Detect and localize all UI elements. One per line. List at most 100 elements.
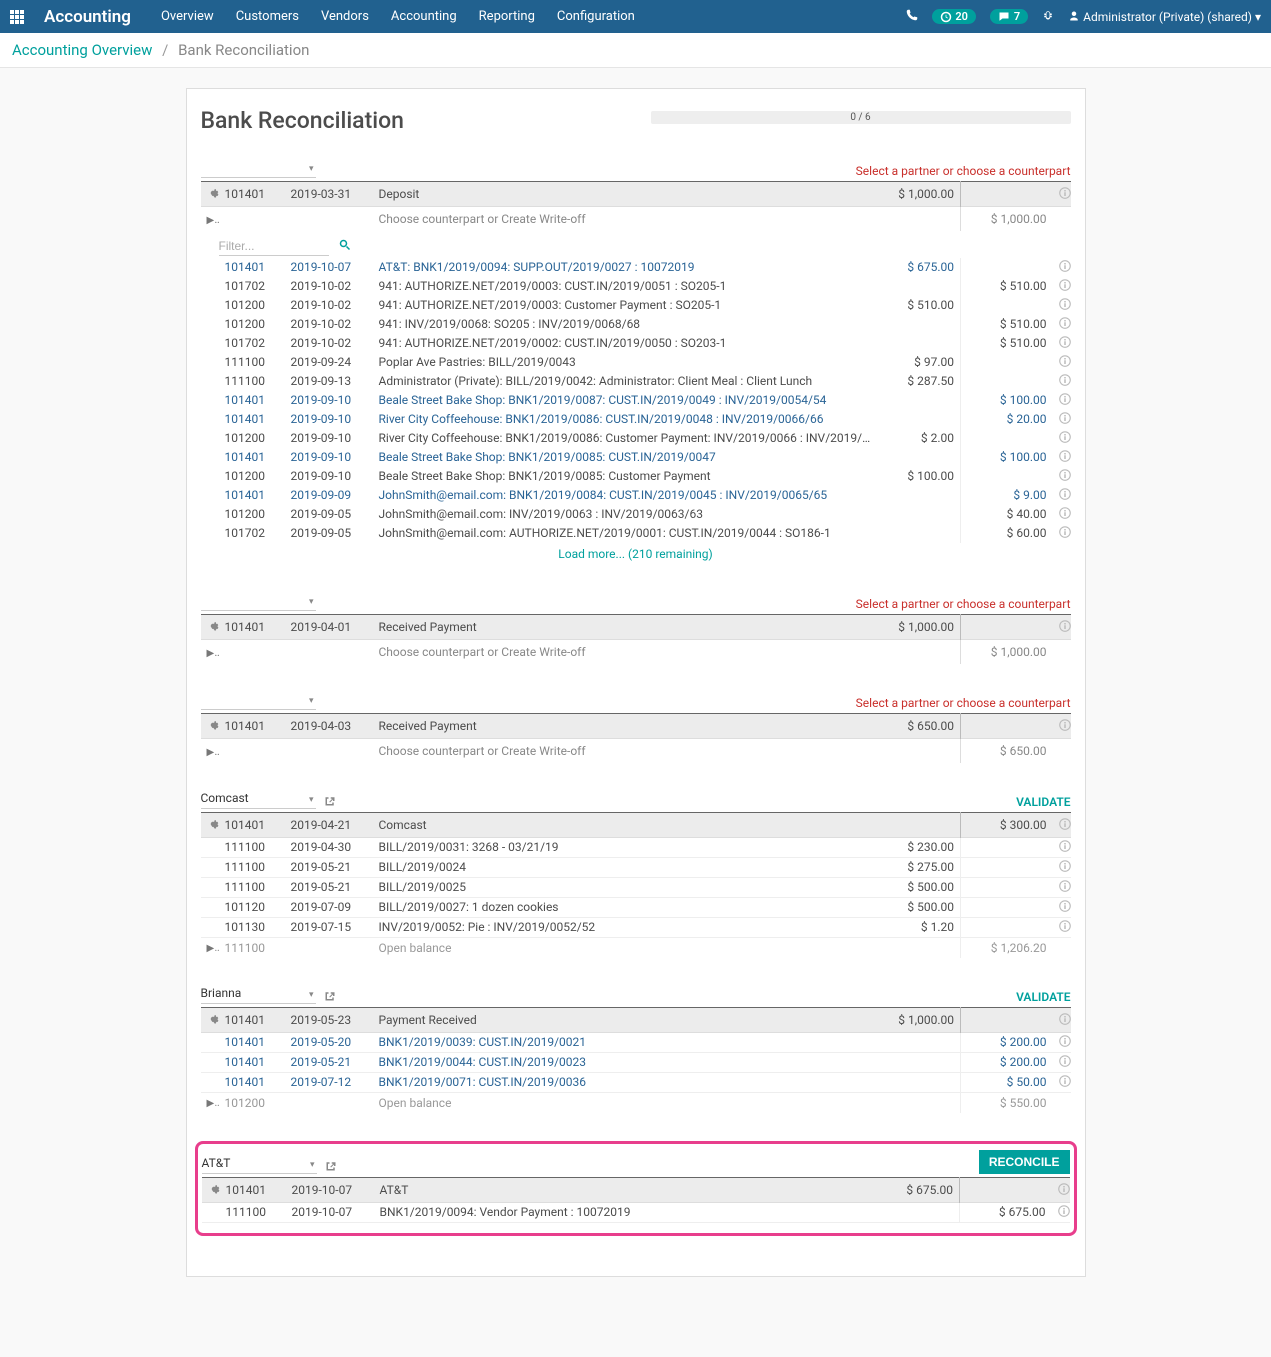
info-icon[interactable] bbox=[1052, 1178, 1070, 1203]
info-icon[interactable] bbox=[1053, 838, 1071, 858]
info-icon[interactable] bbox=[1053, 182, 1071, 207]
statement-line[interactable]: 101401 2019-05-23 Payment Received $ 1,0… bbox=[201, 1008, 1071, 1033]
candidate-line[interactable]: 101401 2019-09-10 Beale Street Bake Shop… bbox=[201, 448, 1071, 467]
info-icon[interactable] bbox=[1053, 1008, 1071, 1033]
partner-field[interactable]: AT&T▾ bbox=[202, 1156, 317, 1174]
gear-icon[interactable] bbox=[201, 615, 219, 640]
statement-line[interactable]: 101401 2019-04-01 Received Payment $ 1,0… bbox=[201, 615, 1071, 640]
statement-line[interactable]: 101401 2019-10-07 AT&T $ 675.00 bbox=[202, 1178, 1070, 1203]
partner-field[interactable]: Comcast▾ bbox=[201, 791, 316, 809]
gear-icon[interactable] bbox=[201, 714, 219, 739]
info-icon[interactable] bbox=[1053, 486, 1071, 505]
filter-input[interactable] bbox=[219, 237, 329, 256]
candidate-line[interactable]: 101200 2019-09-10 River City Coffeehouse… bbox=[201, 429, 1071, 448]
validate-button[interactable]: VALIDATE bbox=[1016, 990, 1070, 1004]
menu-accounting[interactable]: Accounting bbox=[391, 9, 457, 24]
info-icon[interactable] bbox=[1053, 391, 1071, 410]
info-icon[interactable] bbox=[1053, 524, 1071, 543]
info-icon[interactable] bbox=[1053, 898, 1071, 918]
matched-line[interactable]: 111100 2019-05-21 BILL/2019/0024 $ 275.0… bbox=[201, 858, 1071, 878]
matched-line[interactable]: 101401 2019-05-21 BNK1/2019/0044: CUST.I… bbox=[201, 1053, 1071, 1073]
partner-field[interactable]: Brianna▾ bbox=[201, 986, 316, 1004]
info-icon[interactable] bbox=[1053, 410, 1071, 429]
gear-icon[interactable] bbox=[201, 1008, 219, 1033]
candidate-line[interactable]: 101401 2019-10-07 AT&T: BNK1/2019/0094: … bbox=[201, 258, 1071, 277]
candidate-line[interactable]: 111100 2019-09-24 Poplar Ave Pastries: B… bbox=[201, 353, 1071, 372]
candidate-line[interactable]: 101401 2019-09-09 JohnSmith@email.com: B… bbox=[201, 486, 1071, 505]
external-link-icon[interactable] bbox=[324, 795, 336, 809]
info-icon[interactable] bbox=[1053, 918, 1071, 938]
messages-badge[interactable]: 7 bbox=[990, 9, 1028, 24]
statement-line[interactable]: 101401 2019-04-21 Comcast $ 300.00 bbox=[201, 813, 1071, 838]
user-menu[interactable]: Administrator (Private) (shared) ▾ bbox=[1068, 10, 1261, 24]
load-more-link[interactable]: Load more... (210 remaining) bbox=[201, 543, 1071, 565]
choose-counterpart-row[interactable]: ▶ Choose counterpart or Create Write-off… bbox=[201, 640, 1071, 665]
info-icon[interactable] bbox=[1053, 258, 1071, 277]
candidate-line[interactable]: 101702 2019-10-02 941: AUTHORIZE.NET/201… bbox=[201, 334, 1071, 353]
candidate-line[interactable]: 101401 2019-09-10 River City Coffeehouse… bbox=[201, 410, 1071, 429]
info-icon[interactable] bbox=[1053, 296, 1071, 315]
menu-overview[interactable]: Overview bbox=[161, 9, 214, 24]
info-icon[interactable] bbox=[1053, 858, 1071, 878]
debug-icon[interactable] bbox=[1042, 9, 1054, 24]
candidate-line[interactable]: 101200 2019-10-02 941: AUTHORIZE.NET/201… bbox=[201, 296, 1071, 315]
info-icon[interactable] bbox=[1053, 372, 1071, 391]
info-icon[interactable] bbox=[1052, 1203, 1070, 1223]
matched-line[interactable]: 101120 2019-07-09 BILL/2019/0027: 1 doze… bbox=[201, 898, 1071, 918]
activities-badge[interactable]: 20 bbox=[932, 9, 976, 24]
info-icon[interactable] bbox=[1053, 1073, 1071, 1093]
info-icon[interactable] bbox=[1053, 615, 1071, 640]
candidate-line[interactable]: 101200 2019-09-05 JohnSmith@email.com: I… bbox=[201, 505, 1071, 524]
info-icon[interactable] bbox=[1053, 714, 1071, 739]
brand[interactable]: Accounting bbox=[44, 7, 131, 27]
candidate-line[interactable]: 111100 2019-09-13 Administrator (Private… bbox=[201, 372, 1071, 391]
open-balance-row[interactable]: ▶ 111100 Open balance $ 1,206.20 bbox=[201, 938, 1071, 959]
statement-line[interactable]: 101401 2019-04-03 Received Payment $ 650… bbox=[201, 714, 1071, 739]
partner-field[interactable]: ▾ bbox=[201, 692, 316, 710]
gear-icon[interactable] bbox=[201, 813, 219, 838]
gear-icon[interactable] bbox=[201, 182, 219, 207]
info-icon[interactable] bbox=[1053, 813, 1071, 838]
info-icon[interactable] bbox=[1053, 878, 1071, 898]
choose-counterpart-row[interactable]: ▶ Choose counterpart or Create Write-off… bbox=[201, 207, 1071, 232]
candidate-line[interactable]: 101401 2019-09-10 Beale Street Bake Shop… bbox=[201, 391, 1071, 410]
info-icon[interactable] bbox=[1053, 505, 1071, 524]
info-icon[interactable] bbox=[1053, 448, 1071, 467]
candidate-line[interactable]: 101702 2019-10-02 941: AUTHORIZE.NET/201… bbox=[201, 277, 1071, 296]
external-link-icon[interactable] bbox=[324, 990, 336, 1004]
candidate-line[interactable]: 101200 2019-09-10 Beale Street Bake Shop… bbox=[201, 467, 1071, 486]
info-icon[interactable] bbox=[1053, 315, 1071, 334]
info-icon[interactable] bbox=[1053, 1033, 1071, 1053]
matched-line[interactable]: 111100 2019-05-21 BILL/2019/0025 $ 500.0… bbox=[201, 878, 1071, 898]
matched-line[interactable]: 111100 2019-04-30 BILL/2019/0031: 3268 -… bbox=[201, 838, 1071, 858]
info-icon[interactable] bbox=[1053, 277, 1071, 296]
choose-counterpart-row[interactable]: ▶ Choose counterpart or Create Write-off… bbox=[201, 739, 1071, 764]
apps-icon[interactable] bbox=[10, 10, 26, 24]
partner-field[interactable]: ▾ bbox=[201, 160, 316, 178]
info-icon[interactable] bbox=[1053, 429, 1071, 448]
breadcrumb-root[interactable]: Accounting Overview bbox=[12, 41, 152, 59]
validate-button[interactable]: VALIDATE bbox=[1016, 795, 1070, 809]
partner-field[interactable]: ▾ bbox=[201, 593, 316, 611]
matched-line[interactable]: 101401 2019-05-20 BNK1/2019/0039: CUST.I… bbox=[201, 1033, 1071, 1053]
statement-line[interactable]: 101401 2019-03-31 Deposit $ 1,000.00 bbox=[201, 182, 1071, 207]
phone-icon[interactable] bbox=[906, 9, 918, 24]
menu-customers[interactable]: Customers bbox=[236, 9, 299, 24]
info-icon[interactable] bbox=[1053, 467, 1071, 486]
matched-line[interactable]: 101401 2019-07-12 BNK1/2019/0071: CUST.I… bbox=[201, 1073, 1071, 1093]
external-link-icon[interactable] bbox=[325, 1160, 337, 1174]
info-icon[interactable] bbox=[1053, 353, 1071, 372]
matched-line[interactable]: 111100 2019-10-07 BNK1/2019/0094: Vendor… bbox=[202, 1203, 1070, 1223]
gear-icon[interactable] bbox=[202, 1178, 220, 1203]
search-icon[interactable] bbox=[339, 239, 351, 254]
menu-reporting[interactable]: Reporting bbox=[479, 9, 535, 24]
menu-vendors[interactable]: Vendors bbox=[321, 9, 369, 24]
info-icon[interactable] bbox=[1053, 334, 1071, 353]
matched-line[interactable]: 101130 2019-07-15 INV/2019/0052: Pie : I… bbox=[201, 918, 1071, 938]
info-icon[interactable] bbox=[1053, 1053, 1071, 1073]
reconcile-button[interactable]: RECONCILE bbox=[979, 1150, 1070, 1174]
menu-configuration[interactable]: Configuration bbox=[557, 9, 635, 24]
candidate-line[interactable]: 101702 2019-09-05 JohnSmith@email.com: A… bbox=[201, 524, 1071, 543]
open-balance-row[interactable]: ▶ 101200 Open balance $ 550.00 bbox=[201, 1093, 1071, 1114]
candidate-line[interactable]: 101200 2019-10-02 941: INV/2019/0068: SO… bbox=[201, 315, 1071, 334]
